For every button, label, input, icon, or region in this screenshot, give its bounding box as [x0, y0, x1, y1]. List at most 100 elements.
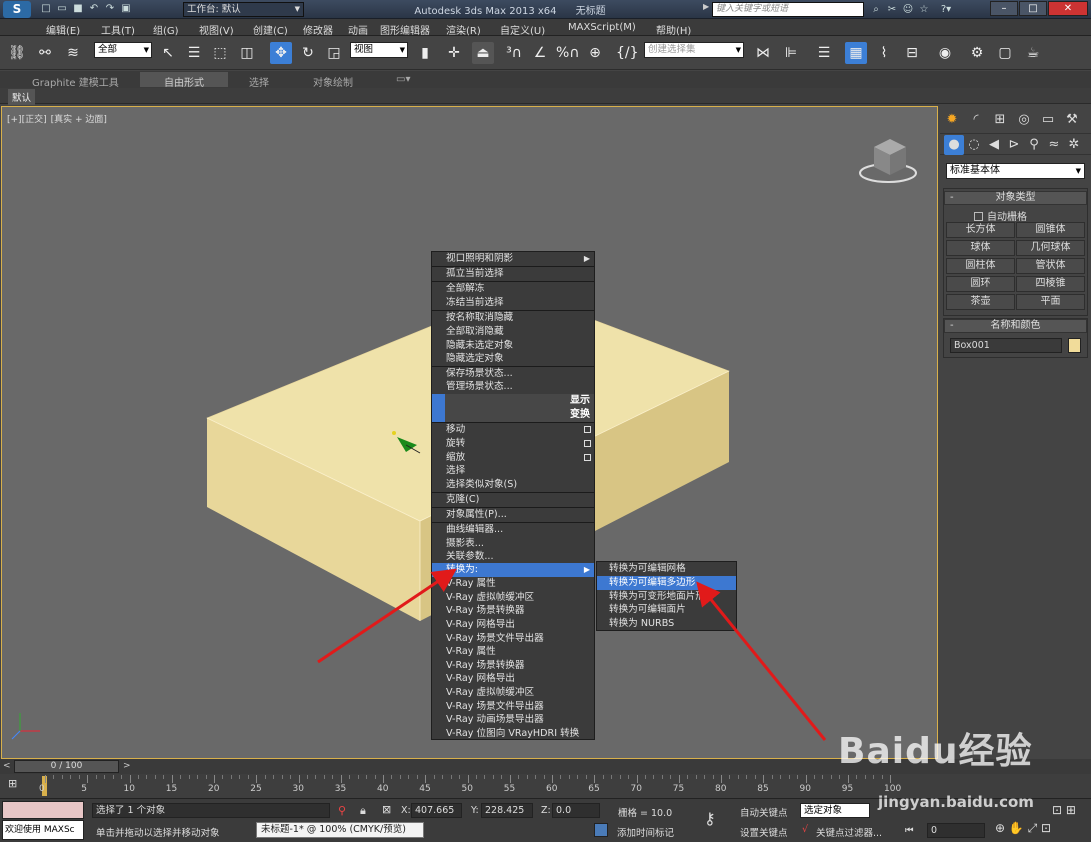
close-button[interactable]: ✕	[1048, 1, 1088, 16]
menu-item-hide-unselected[interactable]: 隐藏未选定对象	[432, 339, 594, 353]
menu-rendering[interactable]: 渲染(R)	[446, 22, 481, 37]
cone-button[interactable]: 圆锥体	[1016, 222, 1085, 238]
menu-item-rotate[interactable]: 旋转	[432, 437, 594, 451]
z-coordinate-input[interactable]: 0.0	[552, 803, 600, 818]
menu-edit[interactable]: 编辑(E)	[46, 22, 80, 37]
object-type-rollout-header[interactable]: - 对象类型	[944, 191, 1087, 205]
ribbon-default-label[interactable]: 默认	[8, 89, 36, 105]
add-time-tag-label[interactable]: 添加时间标记	[617, 825, 674, 839]
x-coordinate-input[interactable]: 407.665	[411, 803, 462, 818]
schematic-view-icon[interactable]: ⊟	[901, 42, 923, 64]
menu-item-select-similar[interactable]: 选择类似对象(S)	[432, 478, 594, 492]
menu-item-vray[interactable]: V-Ray 虚拟帧缓冲区	[432, 591, 594, 605]
ribbon-options-icon[interactable]: ▭▾	[396, 74, 410, 85]
auto-key-button[interactable]: 自动关键点	[740, 805, 788, 819]
submenu-deformable-gpoly[interactable]: 转换为可变形地面片形	[597, 590, 736, 604]
viewport-nav-icons[interactable]: ⊕ ✋ ⤢ ⊡	[995, 821, 1051, 836]
menu-item-vray[interactable]: V-Ray 网格导出	[432, 672, 594, 686]
menu-item-curve-editor[interactable]: 曲线编辑器...	[432, 523, 594, 537]
select-move-icon[interactable]: ✥	[270, 42, 292, 64]
select-scale-icon[interactable]: ◲	[323, 42, 345, 64]
geometry-icon[interactable]: ●	[944, 135, 964, 155]
lights-icon[interactable]: ◀	[984, 135, 1004, 155]
app-logo-icon[interactable]: S	[3, 1, 31, 18]
bind-spacewarp-icon[interactable]: ≋	[62, 42, 84, 64]
key-icon[interactable]: ⚷	[704, 809, 716, 828]
tab-selection[interactable]: 选择	[249, 74, 269, 89]
create-tab-icon[interactable]: ✹	[942, 110, 962, 130]
link-icon[interactable]: ⛓	[6, 42, 28, 64]
modify-tab-icon[interactable]: ◜	[966, 110, 986, 130]
minimize-button[interactable]: –	[990, 1, 1018, 16]
mini-curve-editor-icon[interactable]: ⊞	[8, 777, 28, 793]
menu-item-scale[interactable]: 缩放	[432, 451, 594, 465]
pin-icon[interactable]: ⚲	[338, 804, 346, 817]
mirror-icon[interactable]: ⋈	[752, 42, 774, 64]
save-icon[interactable]: ■	[70, 2, 86, 16]
named-selection-dropdown[interactable]: 创建选择集	[644, 42, 744, 58]
teapot-button[interactable]: 茶壶	[946, 294, 1015, 310]
menu-item-vray[interactable]: V-Ray 网格导出	[432, 618, 594, 632]
lock-icon[interactable]: 🔒︎	[360, 804, 366, 818]
current-frame-input[interactable]: 0	[927, 823, 985, 838]
new-file-icon[interactable]: □	[38, 2, 54, 16]
systems-icon[interactable]: ✲	[1064, 135, 1084, 155]
tab-graphite[interactable]: Graphite 建模工具	[32, 74, 119, 89]
unlink-icon[interactable]: ⚯	[34, 42, 56, 64]
menu-item-dope-sheet[interactable]: 摄影表...	[432, 537, 594, 551]
menu-item-isolate[interactable]: 孤立当前选择	[432, 267, 594, 281]
autogrid-checkbox[interactable]: 自动栅格	[974, 208, 1027, 223]
menu-item-clone[interactable]: 克隆(C)	[432, 493, 594, 507]
maxscript-listener-pink[interactable]	[2, 801, 84, 819]
absolute-mode-icon[interactable]: ⊠	[382, 803, 391, 816]
menu-tools[interactable]: 工具(T)	[101, 22, 135, 37]
plane-button[interactable]: 平面	[1016, 294, 1085, 310]
menu-item-freeze-selection[interactable]: 冻结当前选择	[432, 296, 594, 310]
geosphere-button[interactable]: 几何球体	[1016, 240, 1085, 256]
project-folder-icon[interactable]: ▣	[118, 2, 134, 16]
time-slider-next[interactable]: >	[123, 761, 131, 771]
menu-modifiers[interactable]: 修改器	[303, 22, 333, 37]
undo-icon[interactable]: ↶	[86, 2, 102, 16]
layer-manager-icon[interactable]: ☰	[813, 42, 835, 64]
menu-help[interactable]: 帮助(H)	[656, 22, 691, 37]
utilities-tab-icon[interactable]: ⚒	[1062, 110, 1082, 130]
render-frame-icon[interactable]: ▢	[994, 42, 1016, 64]
key-filters-button[interactable]: 关键点过滤器...	[816, 825, 882, 839]
maximize-button[interactable]: □	[1019, 1, 1047, 16]
menu-item-vray[interactable]: V-Ray 属性	[432, 645, 594, 659]
expand-arrow-icon[interactable]: ▶	[703, 2, 711, 11]
render-teapot-icon[interactable]: ☕	[1022, 42, 1044, 64]
tools-icon[interactable]: ✂	[884, 3, 900, 17]
goto-start-icon[interactable]: ⏮	[905, 825, 914, 836]
redo-icon[interactable]: ↷	[102, 2, 118, 16]
select-by-name-icon[interactable]: ☰	[183, 42, 205, 64]
open-file-icon[interactable]: ▭	[54, 2, 70, 16]
time-slider-thumb[interactable]: 0 / 100	[14, 760, 119, 773]
keyboard-shortcut-icon[interactable]: ⏏	[472, 42, 494, 64]
menu-item-move[interactable]: 移动	[432, 423, 594, 437]
pivot-center-icon[interactable]: ▮	[414, 42, 436, 64]
menu-item-vray[interactable]: V-Ray 虚拟帧缓冲区	[432, 686, 594, 700]
menu-item-select[interactable]: 选择	[432, 464, 594, 478]
name-color-rollout-header[interactable]: - 名称和颜色	[944, 319, 1087, 333]
object-name-input[interactable]: Box001	[950, 338, 1062, 353]
helpers-icon[interactable]: ⚲	[1024, 135, 1044, 155]
workspace-dropdown[interactable]: 工作台: 默认 ▼	[183, 2, 304, 17]
object-color-swatch[interactable]	[1068, 338, 1081, 353]
menu-animation[interactable]: 动画	[348, 22, 368, 37]
percent-snap-icon[interactable]: %∩	[556, 42, 580, 64]
render-setup-icon[interactable]: ⚙	[966, 42, 988, 64]
star-icon[interactable]: ☆	[916, 3, 932, 17]
rect-selection-icon[interactable]: ⬚	[209, 42, 231, 64]
snap-toggle-icon[interactable]: ³∩	[503, 42, 525, 64]
set-key-button[interactable]: 设置关键点	[740, 825, 788, 839]
menu-item-save-scene-state[interactable]: 保存场景状态...	[432, 367, 594, 381]
menu-item-convert-to[interactable]: 转换为: ▶	[432, 563, 594, 577]
submenu-nurbs[interactable]: 转换为 NURBS	[597, 617, 736, 631]
maxscript-mini-listener[interactable]: 欢迎使用 MAXSc	[2, 820, 84, 840]
menu-item-vray[interactable]: V-Ray 属性	[432, 577, 594, 591]
angle-snap-icon[interactable]: ∠	[529, 42, 551, 64]
time-tag-icon[interactable]	[594, 823, 608, 837]
graphite-toggle-icon[interactable]: ▦	[845, 42, 867, 64]
